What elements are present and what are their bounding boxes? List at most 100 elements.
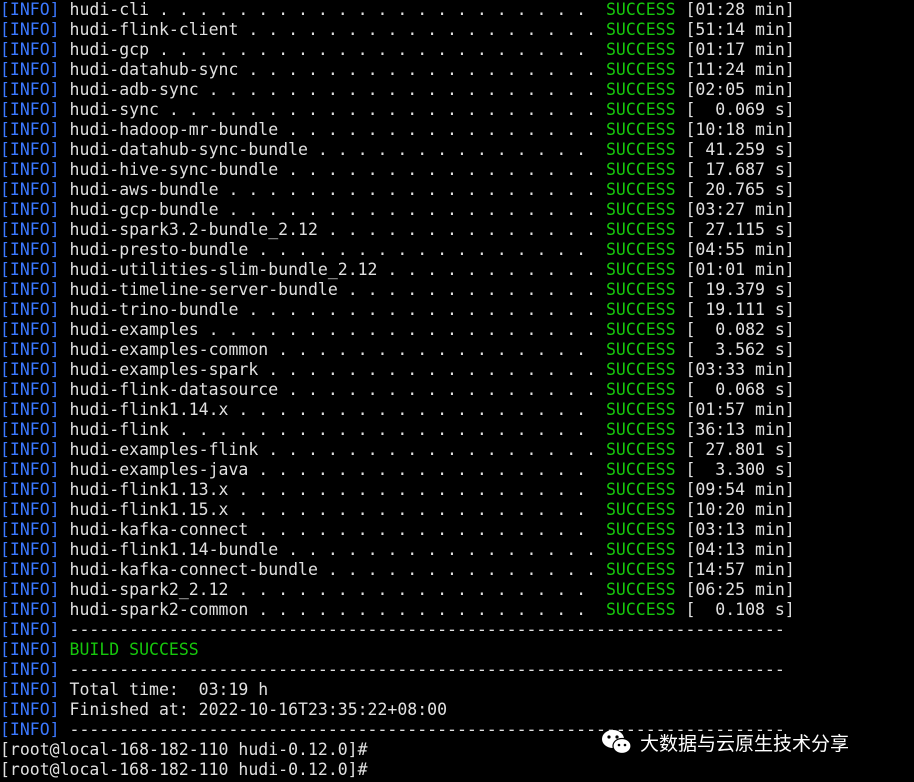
build-result: BUILD SUCCESS [69, 640, 199, 659]
status-success: SUCCESS [606, 400, 676, 419]
dot-leader: . . . . . . . . . . . . . . . . . . [228, 400, 597, 419]
module-row: [INFO] hudi-examples-spark . . . . . . .… [0, 360, 795, 380]
dot-leader: . . . . . . . . . . . . . . . . . . . . … [158, 100, 597, 119]
info-tag: [INFO] [0, 360, 60, 379]
dot-leader: . . . . . . . . . . . [377, 260, 597, 279]
status-success: SUCCESS [606, 360, 676, 379]
info-tag: [INFO] [0, 560, 60, 579]
total-time: Total time: 03:19 h [69, 680, 269, 699]
status-success: SUCCESS [606, 480, 676, 499]
module-name: hudi-sync [69, 100, 159, 119]
module-name: hudi-spark2_2.12 [69, 580, 229, 599]
info-tag: [INFO] [0, 160, 60, 179]
finished-at: Finished at: 2022-10-16T23:35:22+08:00 [69, 700, 448, 719]
terminal-window[interactable]: [INFO] hudi-cli . . . . . . . . . . . . … [0, 0, 914, 782]
module-time: [04:55 min] [685, 240, 795, 259]
module-time: [01:01 min] [685, 260, 795, 279]
module-row: [INFO] hudi-utilities-slim-bundle_2.12 .… [0, 260, 795, 280]
module-row: [INFO] hudi-gcp . . . . . . . . . . . . … [0, 40, 795, 60]
module-name: hudi-kafka-connect-bundle [69, 560, 318, 579]
module-time: [11:24 min] [685, 60, 795, 79]
info-tag: [INFO] [0, 520, 60, 539]
module-row: [INFO] hudi-flink1.15.x . . . . . . . . … [0, 500, 795, 520]
module-name: hudi-flink [69, 420, 169, 439]
info-tag: [INFO] [0, 80, 60, 99]
module-row: [INFO] hudi-hadoop-mr-bundle . . . . . .… [0, 120, 795, 140]
info-tag: [INFO] [0, 680, 60, 699]
module-time: [01:17 min] [685, 40, 795, 59]
info-tag: [INFO] [0, 660, 60, 679]
module-time: [ 0.108 s] [685, 600, 795, 619]
info-tag: [INFO] [0, 40, 60, 59]
dot-leader: . . . . . . . . . . . . . . . . . . . [218, 200, 597, 219]
module-time: [09:54 min] [685, 480, 795, 499]
info-tag: [INFO] [0, 420, 60, 439]
module-row: [INFO] hudi-examples-flink . . . . . . .… [0, 440, 795, 460]
separator-row: [INFO] ---------------------------------… [0, 660, 785, 680]
dot-leader: . . . . . . . . . . . . . . . . . . . . [198, 80, 597, 99]
info-tag: [INFO] [0, 580, 60, 599]
info-tag: [INFO] [0, 280, 60, 299]
dot-leader: . . . . . . . . . . . . . . . . . [258, 360, 597, 379]
dot-leader: . . . . . . . . . . . . . . [307, 140, 597, 159]
module-name: hudi-cli [69, 0, 150, 19]
module-row: [INFO] hudi-flink1.13.x . . . . . . . . … [0, 480, 795, 500]
status-success: SUCCESS [606, 0, 676, 19]
module-time: [03:33 min] [685, 360, 795, 379]
info-tag: [INFO] [0, 300, 60, 319]
module-name: hudi-spark2-common [69, 600, 249, 619]
dot-leader: . . . . . . . . . . . . . . . . . . . [218, 180, 597, 199]
module-time: [02:05 min] [685, 80, 795, 99]
module-row: [INFO] hudi-flink1.14.x . . . . . . . . … [0, 400, 795, 420]
dot-leader: . . . . . . . . . . . . . . . . . [248, 600, 597, 619]
status-success: SUCCESS [606, 440, 676, 459]
module-name: hudi-flink1.14.x [69, 400, 229, 419]
dot-leader: . . . . . . . . . . . . . . . . . . [228, 500, 597, 519]
module-row: [INFO] hudi-gcp-bundle . . . . . . . . .… [0, 200, 795, 220]
status-success: SUCCESS [605, 100, 676, 119]
info-tag: [INFO] [0, 140, 60, 159]
info-tag: [INFO] [0, 20, 60, 39]
dot-leader: . . . . . . . . . . . . . . . . . . . . [198, 320, 597, 339]
module-time: [03:13 min] [685, 520, 795, 539]
dot-leader: . . . . . . . . . . . . . . . . [278, 540, 597, 559]
status-success: SUCCESS [605, 600, 676, 619]
info-tag: [INFO] [0, 260, 60, 279]
status-success: SUCCESS [605, 320, 676, 339]
dot-leader: . . . . . . . . . . . . . . . . [278, 120, 597, 139]
shell-prompt-row[interactable]: [root@local-168-182-110 hudi-0.12.0]# [0, 740, 368, 760]
status-success: SUCCESS [605, 460, 676, 479]
module-name: hudi-flink-client [69, 20, 239, 39]
module-row: [INFO] hudi-aws-bundle . . . . . . . . .… [0, 180, 795, 200]
module-name: hudi-datahub-sync [69, 60, 239, 79]
dot-leader: . . . . . . . . . . . . . . . . [278, 160, 597, 179]
shell-prompt-row[interactable]: [root@local-168-182-110 hudi-0.12.0]# [0, 760, 368, 780]
module-time: [ 41.259 s] [685, 140, 795, 159]
status-success: SUCCESS [606, 140, 676, 159]
status-success: SUCCESS [606, 540, 676, 559]
module-time: [01:57 min] [685, 400, 795, 419]
dot-leader: . . . . . . . . . . . . . . . . . . . . … [149, 0, 597, 19]
dot-leader: . . . . . . . . . . . . . . . . . . [238, 20, 597, 39]
module-row: [INFO] hudi-datahub-sync-bundle . . . . … [0, 140, 795, 160]
module-name: hudi-trino-bundle [69, 300, 239, 319]
status-success: SUCCESS [605, 80, 676, 99]
module-name: hudi-examples-common [69, 340, 269, 359]
module-row: [INFO] hudi-presto-bundle . . . . . . . … [0, 240, 795, 260]
status-success: SUCCESS [606, 40, 676, 59]
module-row: [INFO] hudi-spark2_2.12 . . . . . . . . … [0, 580, 795, 600]
status-success: SUCCESS [606, 160, 676, 179]
module-time: [ 0.069 s] [685, 100, 795, 119]
module-name: hudi-datahub-sync-bundle [69, 140, 308, 159]
module-row: [INFO] hudi-timeline-server-bundle . . .… [0, 280, 795, 300]
watermark: 大数据与云原生技术分享 [600, 726, 849, 758]
module-row: [INFO] hudi-trino-bundle . . . . . . . .… [0, 300, 795, 320]
module-time: [ 3.562 s] [685, 340, 795, 359]
status-success: SUCCESS [606, 300, 676, 319]
module-name: hudi-examples [69, 320, 199, 339]
separator-row: [INFO] ---------------------------------… [0, 620, 785, 640]
module-name: hudi-flink-datasource [69, 380, 279, 399]
dot-leader: . . . . . . . . . . . . . . . . . . [228, 580, 597, 599]
module-time: [ 3.300 s] [685, 460, 795, 479]
module-row: [INFO] hudi-examples . . . . . . . . . .… [0, 320, 795, 340]
